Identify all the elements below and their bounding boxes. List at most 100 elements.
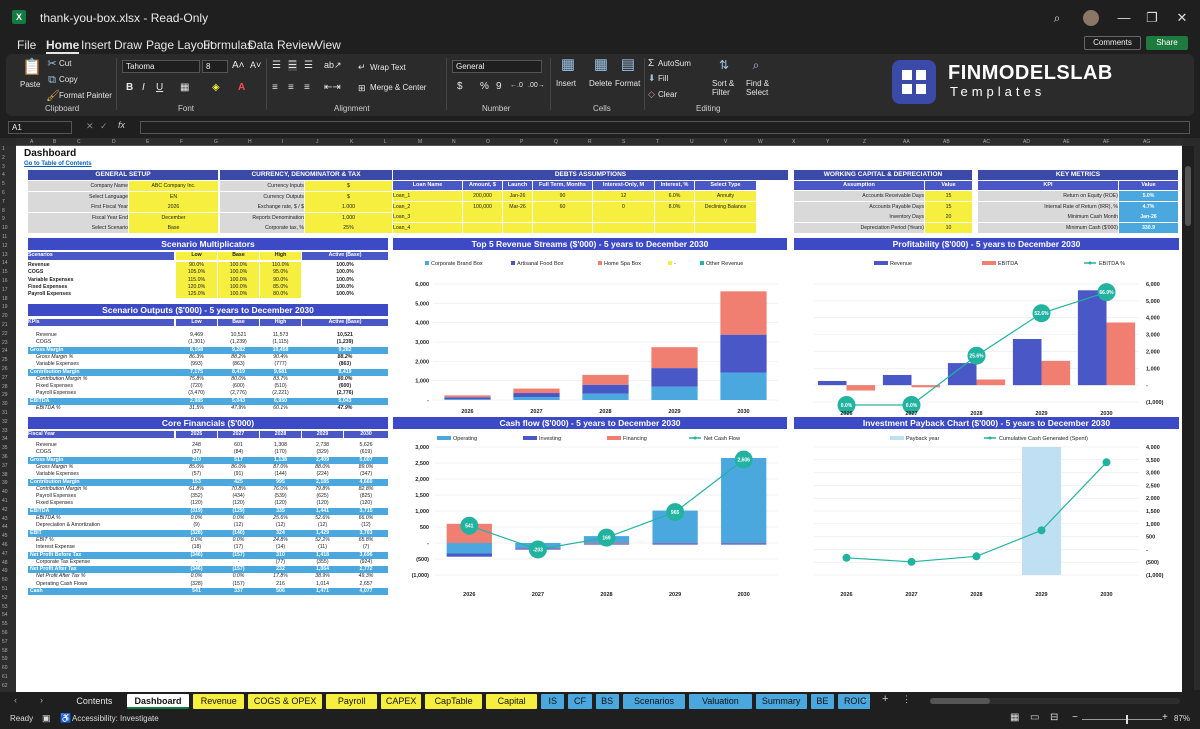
increase-decimal-icon[interactable]: ←.0	[510, 82, 523, 89]
menu-formulas[interactable]: Formulas	[203, 38, 253, 52]
row-header[interactable]: 39	[2, 480, 8, 486]
row-header[interactable]: 20	[2, 313, 8, 319]
scen-out-cell[interactable]: (2,776)	[218, 390, 259, 397]
scen-out-cell[interactable]: EBITDA %	[36, 405, 176, 412]
debt-cell[interactable]: Mar-26	[503, 201, 532, 212]
core-cell[interactable]: 38.9%	[302, 573, 343, 580]
currency-label[interactable]: Currency Inputs	[220, 181, 304, 191]
core-cell[interactable]: 210	[176, 457, 217, 464]
row-header[interactable]: 62	[2, 683, 8, 689]
row-header[interactable]: 16	[2, 278, 8, 284]
debt-cell[interactable]: 90	[533, 191, 592, 201]
scen-out-cell[interactable]: 8,168	[176, 347, 217, 354]
wrap-text-button[interactable]: Wrap Text	[370, 63, 406, 72]
core-cell[interactable]: (12)	[344, 522, 388, 529]
row-header[interactable]: 35	[2, 445, 8, 451]
sheet-tab[interactable]: Revenue	[193, 694, 245, 709]
scen-out-cell[interactable]: 9,282	[218, 347, 259, 354]
column-header[interactable]: F	[180, 138, 183, 146]
column-header[interactable]: E	[146, 138, 149, 146]
menu-data[interactable]: Data	[248, 38, 273, 52]
core-cell[interactable]: 70.8%	[218, 486, 259, 493]
core-cell[interactable]: (352)	[176, 493, 217, 500]
scen-mult-cell[interactable]: 100.0%	[218, 283, 259, 292]
row-header[interactable]: 42	[2, 507, 8, 513]
core-cell[interactable]: (329)	[302, 449, 343, 456]
scen-out-cell[interactable]: 31.5%	[176, 405, 217, 412]
fill-color-icon[interactable]: ◈	[212, 82, 220, 93]
orientation-icon[interactable]: ab↗	[324, 60, 342, 71]
column-header[interactable]: W	[758, 138, 763, 146]
row-header[interactable]: 49	[2, 568, 8, 574]
insert-function-icon[interactable]: fx	[118, 120, 125, 130]
debt-cell[interactable]: Loan_2	[393, 201, 462, 212]
column-header[interactable]: L	[384, 138, 387, 146]
borders-icon[interactable]: ▦	[180, 82, 189, 93]
debt-cell[interactable]: 0	[593, 201, 654, 212]
core-cell[interactable]: 66.0%	[344, 515, 388, 522]
scen-mult-cell[interactable]: 95.0%	[260, 269, 301, 277]
scen-out-cell[interactable]: (993)	[176, 361, 217, 368]
column-header[interactable]: U	[690, 138, 694, 146]
sheet-tab[interactable]: CAPEX	[381, 694, 422, 709]
row-header[interactable]: 15	[2, 269, 8, 275]
scen-out-cell[interactable]: 80.0%	[218, 376, 259, 383]
core-cell[interactable]: 85.0%	[176, 464, 217, 471]
scen-out-cell[interactable]: 2,985	[176, 398, 217, 405]
scen-out-cell[interactable]: 60.1%	[260, 405, 301, 412]
sheet-tab[interactable]: IS	[541, 694, 565, 709]
core-cell[interactable]: 3,715	[344, 508, 388, 515]
core-cell[interactable]: (9)	[176, 522, 217, 529]
scen-out-cell[interactable]: 5,043	[218, 398, 259, 405]
column-header[interactable]: Z	[863, 138, 866, 146]
core-cell[interactable]: (120)	[302, 500, 343, 507]
vertical-scrollbar[interactable]	[1182, 146, 1194, 692]
setup-label[interactable]: Company Name	[28, 181, 128, 191]
row-header[interactable]: 22	[2, 331, 8, 337]
scen-out-cell[interactable]: 5,043	[302, 398, 388, 405]
number-format-select[interactable]: General	[452, 60, 542, 73]
core-cell[interactable]: 1,441	[302, 508, 343, 515]
debt-cell[interactable]: 60	[533, 201, 592, 212]
core-cell[interactable]: 86.0%	[218, 464, 259, 471]
debt-cell[interactable]: Loan_1	[393, 191, 462, 201]
column-header[interactable]: S	[622, 138, 625, 146]
core-cell[interactable]: 2,657	[344, 581, 388, 588]
column-header[interactable]: X	[792, 138, 795, 146]
core-cell[interactable]: Variable Expenses	[36, 471, 176, 478]
grow-font-icon[interactable]: A˄	[232, 60, 245, 71]
core-cell[interactable]: 5,007	[344, 457, 388, 464]
clear-button[interactable]: Clear	[658, 90, 677, 99]
core-cell[interactable]: 25.6%	[260, 515, 301, 522]
column-header[interactable]: O	[486, 138, 490, 146]
core-cell[interactable]: 0.0%	[176, 515, 217, 522]
currency-value[interactable]: 25%	[305, 223, 392, 234]
row-header[interactable]: 13	[2, 252, 8, 258]
accessibility-status[interactable]: Accessibility: Investigate	[72, 714, 159, 723]
column-header[interactable]: AF	[1103, 138, 1109, 146]
row-header[interactable]: 56	[2, 630, 8, 636]
debt-cell[interactable]: Annuity	[695, 191, 756, 201]
scen-out-cell[interactable]: 6,950	[260, 398, 301, 405]
kpi-label[interactable]: Internal Rate of Return (IRR), %	[978, 201, 1118, 212]
core-cell[interactable]: 1,308	[260, 442, 301, 449]
row-header[interactable]: 55	[2, 621, 8, 627]
core-cell[interactable]: EBITDA %	[36, 515, 176, 522]
horizontal-scrollbar[interactable]	[930, 698, 1180, 704]
row-header[interactable]: 34	[2, 436, 8, 442]
core-cell[interactable]: 1,471	[302, 588, 343, 595]
scen-out-cell[interactable]: Revenue	[36, 332, 176, 339]
clear-icon[interactable]: ◇	[648, 89, 655, 100]
row-header[interactable]: 5	[2, 181, 5, 187]
row-header[interactable]: 41	[2, 498, 8, 504]
column-header[interactable]: J	[316, 138, 319, 146]
core-cell[interactable]: 1,014	[302, 581, 343, 588]
underline-icon[interactable]: U	[156, 82, 163, 93]
core-cell[interactable]: 1,429	[302, 530, 343, 537]
core-cell[interactable]: (120)	[260, 500, 301, 507]
sheet-tab[interactable]: Capital	[486, 694, 538, 709]
row-header[interactable]: 10	[2, 225, 8, 231]
core-cell[interactable]: 310	[260, 552, 301, 559]
core-cell[interactable]: (12)	[260, 522, 301, 529]
formula-input[interactable]	[140, 121, 1190, 134]
